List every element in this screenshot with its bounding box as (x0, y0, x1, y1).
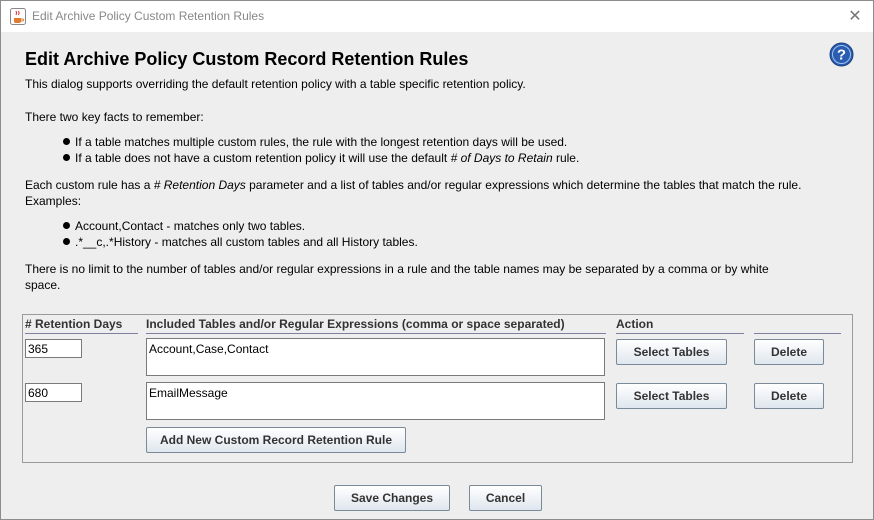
help-question-icon[interactable]: ? (829, 42, 854, 67)
rule-desc-suffix: parameter and a list of tables and/or re… (245, 178, 802, 192)
examples-label: Examples: (25, 194, 82, 208)
svg-text:?: ? (837, 47, 846, 64)
bullet-icon (63, 154, 70, 161)
java-coffee-cup-icon (10, 8, 26, 25)
select-tables-button[interactable]: Select Tables (616, 339, 727, 365)
header-blank (754, 317, 841, 334)
select-tables-button[interactable]: Select Tables (616, 383, 727, 409)
header-action: Action (616, 317, 744, 334)
page-title: Edit Archive Policy Custom Record Retent… (25, 49, 469, 69)
fact-2: If a table does not have a custom retent… (75, 150, 579, 166)
title-bar: Edit Archive Policy Custom Retention Rul… (1, 1, 873, 32)
delete-rule-button[interactable]: Delete (754, 383, 824, 409)
fact-2-suffix: rule. (552, 151, 580, 165)
delete-rule-button[interactable]: Delete (754, 339, 824, 365)
fact-1: If a table matches multiple custom rules… (75, 135, 568, 149)
facts-heading: There two key facts to remember: (25, 110, 204, 124)
fact-2-emphasis: # of Days to Retain (450, 151, 553, 165)
bullet-icon (63, 238, 70, 245)
close-button[interactable]: ✕ (843, 5, 867, 27)
limit-text-line-2: space. (25, 278, 61, 292)
bullet-icon (63, 138, 70, 145)
header-included-tables: Included Tables and/or Regular Expressio… (146, 317, 606, 334)
included-tables-input[interactable]: EmailMessage (146, 382, 605, 420)
close-icon: ✕ (848, 8, 862, 25)
cancel-button[interactable]: Cancel (469, 485, 542, 511)
retention-days-input[interactable] (25, 339, 82, 358)
limit-text-line-1: There is no limit to the number of table… (25, 262, 769, 276)
add-rule-button[interactable]: Add New Custom Record Retention Rule (146, 427, 406, 453)
rule-description: Each custom rule has a # Retention Days … (25, 177, 801, 193)
included-tables-input[interactable]: Account,Case,Contact (146, 338, 605, 376)
example-1: Account,Contact - matches only two table… (75, 219, 306, 233)
example-2: .*__c,.*History - matches all custom tab… (75, 235, 418, 249)
retention-days-input[interactable] (25, 383, 82, 402)
rule-desc-prefix: Each custom rule has a (25, 178, 154, 192)
dialog-window: Edit Archive Policy Custom Retention Rul… (0, 0, 874, 520)
fact-2-prefix: If a table does not have a custom retent… (75, 151, 451, 165)
rule-desc-emphasis: # Retention Days (153, 178, 246, 192)
header-retention-days: # Retention Days (25, 317, 138, 334)
intro-text: This dialog supports overriding the defa… (25, 77, 526, 91)
window-title: Edit Archive Policy Custom Retention Rul… (32, 9, 265, 23)
save-changes-button[interactable]: Save Changes (334, 485, 450, 511)
bullet-icon (63, 222, 70, 229)
